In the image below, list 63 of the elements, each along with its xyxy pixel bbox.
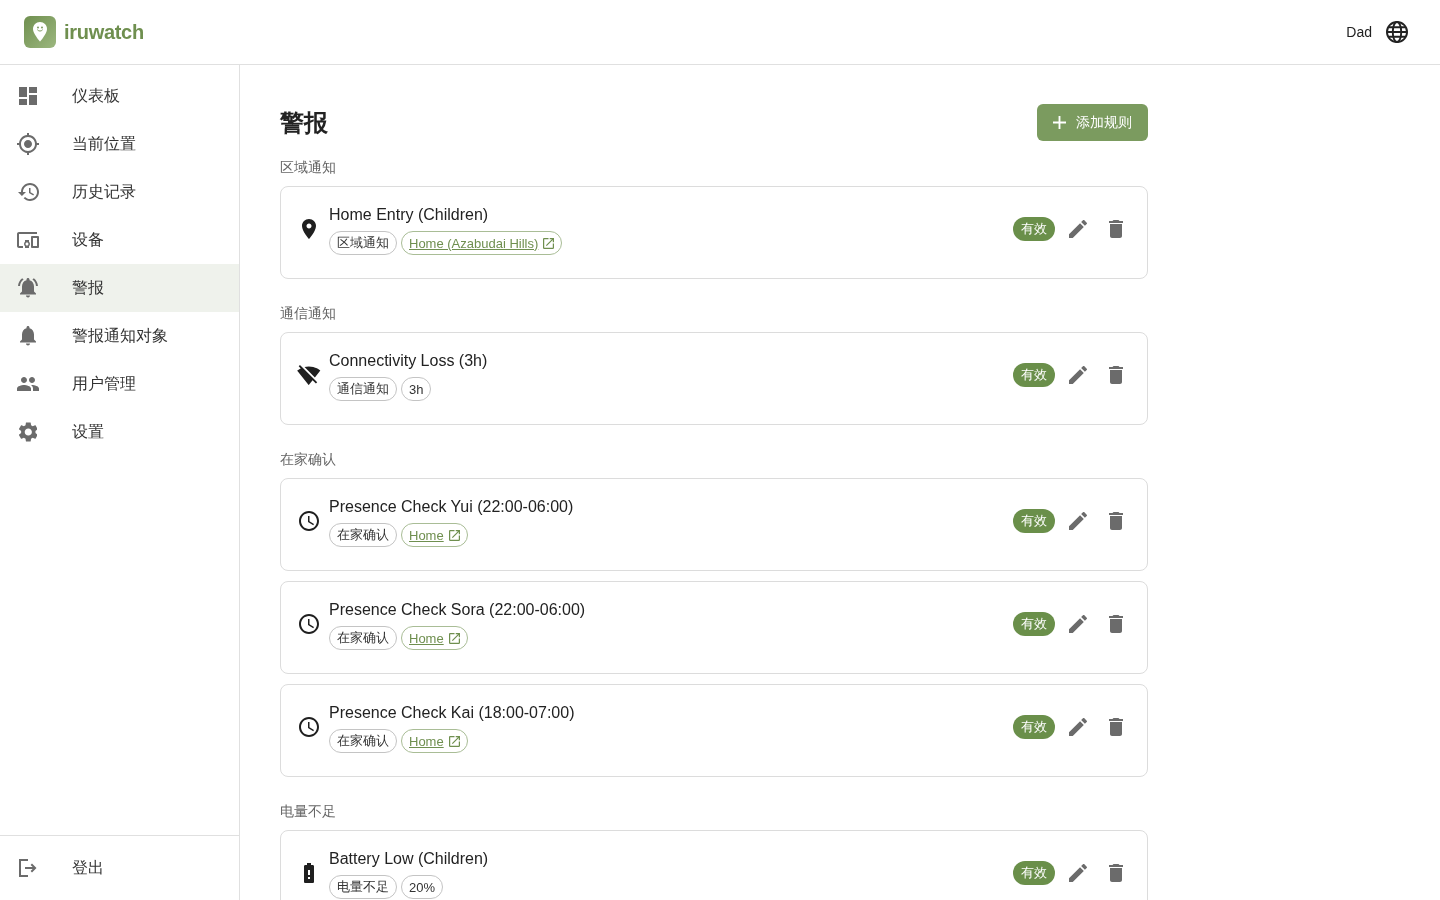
logout-item[interactable]: 登出 — [0, 844, 239, 892]
pencil-icon — [1069, 220, 1087, 238]
crosshair-icon — [17, 133, 39, 155]
external-link-icon — [543, 237, 555, 249]
rule-title: Battery Low (Children) — [329, 849, 489, 869]
status-badge: 有效 — [1013, 715, 1055, 739]
clock-icon — [299, 511, 319, 531]
language-button[interactable] — [1386, 21, 1408, 43]
globe-icon — [1386, 21, 1408, 43]
section-heading: 在家确认 — [280, 450, 337, 469]
rule-title: Presence Check Sora (22:00-06:00) — [329, 600, 586, 620]
trash-icon — [1109, 220, 1123, 238]
page-title: 警报 — [280, 107, 328, 138]
trash-icon — [1109, 512, 1123, 530]
status-badge: 有效 — [1013, 217, 1055, 241]
trash-icon — [1109, 615, 1123, 633]
dashboard-icon — [19, 87, 37, 105]
pencil-icon — [1069, 366, 1087, 384]
ringing-bell-icon — [18, 278, 38, 298]
external-link-icon — [448, 735, 460, 747]
nav-item[interactable]: 历史记录 — [0, 168, 239, 216]
nav-item[interactable]: 警报 — [0, 264, 239, 312]
status-badge: 有效 — [1013, 612, 1055, 636]
devices-icon — [17, 232, 39, 248]
rule-title: Presence Check Yui (22:00-06:00) — [329, 497, 574, 517]
trash-icon — [1109, 366, 1123, 384]
nav-item[interactable]: 当前位置 — [0, 120, 239, 168]
nav-item[interactable]: 警报通知对象 — [0, 312, 239, 360]
map-pin-icon — [302, 219, 316, 239]
section-heading: 区域通知 — [280, 158, 337, 177]
nav-item[interactable]: 仪表板 — [0, 72, 239, 120]
logout-icon — [18, 859, 38, 877]
trash-icon — [1109, 864, 1123, 882]
battery-alert-icon — [304, 863, 314, 883]
pencil-icon — [1069, 864, 1087, 882]
history-icon — [17, 183, 39, 201]
rule-title: Presence Check Kai (18:00-07:00) — [329, 703, 575, 723]
nav-item[interactable]: 设备 — [0, 216, 239, 264]
external-link-icon — [448, 529, 460, 541]
section-heading: 通信通知 — [280, 304, 337, 323]
user-name[interactable]: Dad — [1346, 24, 1372, 40]
wifi-off-icon — [297, 364, 321, 386]
bell-icon — [20, 326, 36, 346]
status-badge: 有效 — [1013, 509, 1055, 533]
people-icon — [17, 377, 39, 391]
logo-icon — [24, 16, 56, 48]
clock-icon — [299, 717, 319, 737]
plus-icon — [1053, 116, 1066, 129]
status-badge: 有效 — [1013, 363, 1055, 387]
pencil-icon — [1069, 615, 1087, 633]
status-badge: 有效 — [1013, 861, 1055, 885]
brand-name: iruwatch — [64, 20, 144, 44]
clock-icon — [299, 614, 319, 634]
pencil-icon — [1069, 718, 1087, 736]
rule-title: Connectivity Loss (3h) — [329, 351, 488, 371]
settings-icon — [18, 422, 38, 442]
pencil-icon — [1069, 512, 1087, 530]
nav-item[interactable]: 用户管理 — [0, 360, 239, 408]
external-link-icon — [448, 632, 460, 644]
trash-icon — [1109, 718, 1123, 736]
section-heading: 电量不足 — [280, 802, 337, 821]
rule-title: Home Entry (Children) — [329, 205, 489, 225]
nav-item[interactable]: 设置 — [0, 408, 239, 456]
